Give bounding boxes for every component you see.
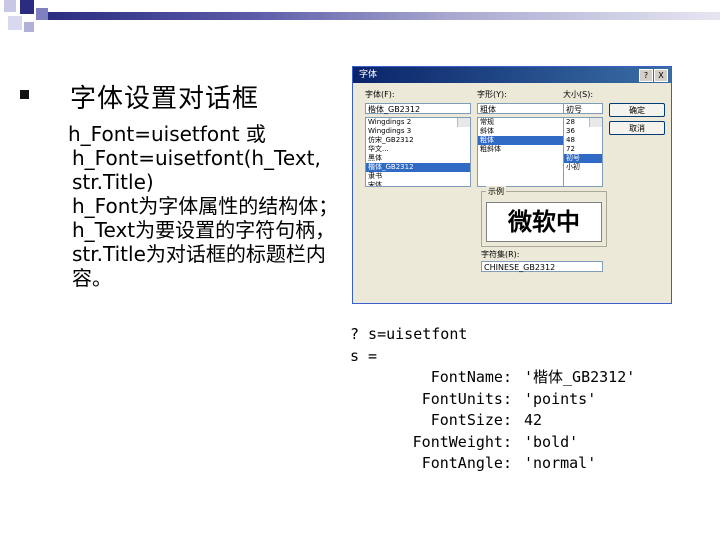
font-list-item[interactable]: 隶书 [366, 172, 470, 181]
cancel-button[interactable]: 取消 [609, 121, 665, 135]
deco-square-2 [20, 0, 34, 14]
field-key: FontWeight: [412, 432, 512, 451]
struct-field-row: FontUnits: 'points' [350, 389, 635, 411]
sample-group: 示例 微软中 [481, 186, 607, 247]
font-list-scrollbar[interactable] [457, 118, 470, 127]
struct-field-row: FontName: '楷体_GB2312' [350, 367, 636, 389]
close-icon[interactable]: X [654, 69, 668, 82]
field-value: 'normal' [524, 454, 597, 472]
size-list-item[interactable]: 48 [564, 136, 602, 145]
size-list-item[interactable]: 72 [564, 145, 602, 154]
code-line-1: ? s=uisetfont [350, 325, 468, 343]
dialog-title: 字体 [359, 70, 378, 80]
font-list-item[interactable]: 宋体 [366, 181, 470, 186]
body-line-2: h_Font=uisetfont(h_Text, [72, 146, 321, 170]
size-list-item[interactable]: 小初 [564, 163, 602, 172]
body-line-1: h_Font=uisetfont 或 [68, 122, 266, 146]
size-list-item[interactable]: 36 [564, 127, 602, 136]
deco-square-1 [4, 0, 16, 12]
size-list[interactable]: 28 36 48 72 初号 小初 [563, 117, 603, 187]
body-line-3: str.Title) [72, 170, 154, 194]
script-label: 字符集(R): [481, 250, 520, 259]
deco-square-3 [36, 8, 48, 20]
help-icon[interactable]: ? [639, 69, 653, 82]
font-list-item[interactable]: 楷体_GB2312 [366, 163, 470, 172]
deco-square-5 [24, 22, 34, 32]
field-value: 'points' [524, 389, 597, 408]
font-list[interactable]: Wingdings 2 Wingdings 3 仿宋_GB2312 华文... 黑体 楷体… [365, 117, 471, 187]
script-select[interactable]: CHINESE_GB2312 [481, 261, 603, 272]
field-key: FontName: [430, 368, 512, 386]
deco-square-4 [8, 16, 22, 30]
font-dialog-screenshot: 字体 ? X 字体(F): 楷体_GB2312 Wingdings 2 Wingd… [352, 66, 672, 304]
font-list-item[interactable]: 华文... [366, 145, 470, 154]
body-text: h_Font=uisetfont 或 h_Font=uisetfont(h_Te… [68, 122, 343, 290]
dialog-titlebar: 字体 ? X [353, 67, 671, 83]
field-key: FontUnits: [421, 389, 512, 408]
size-list-scrollbar[interactable] [589, 118, 602, 127]
sample-preview: 微软中 [486, 202, 602, 242]
struct-field-row: FontAngle: 'normal' [350, 453, 635, 475]
font-list-item[interactable]: Wingdings 3 [366, 127, 470, 136]
bullet-marker [20, 90, 29, 99]
slide-heading: 字体设置对话框 [70, 84, 260, 114]
field-value: '楷体_GB2312' [524, 368, 636, 386]
font-label: 字体(F): [365, 90, 395, 99]
header-band [48, 12, 720, 20]
struct-field-row: FontSize: 42 [350, 410, 635, 432]
size-list-item[interactable]: 初号 [564, 154, 602, 163]
field-key: FontSize: [430, 411, 512, 429]
field-value: 42 [524, 411, 543, 429]
struct-fields: FontName: '楷体_GB2312' FontUnits:'points' Fo… [350, 367, 636, 475]
struct-field-row: FontWeight: 'bold' [350, 432, 635, 454]
sample-label: 示例 [486, 186, 506, 197]
console-output: ? s=uisetfont s = FontName: '楷体_GB2312' Fo… [350, 324, 635, 475]
font-field[interactable]: 楷体_GB2312 [365, 103, 471, 114]
font-list-item[interactable]: 仿宋_GB2312 [366, 136, 470, 145]
field-key: FontAngle: [421, 454, 512, 472]
field-value: 'bold' [524, 432, 579, 451]
style-label: 字形(Y): [477, 90, 507, 99]
font-list-item[interactable]: Wingdings 2 [366, 118, 470, 127]
size-label: 大小(S): [563, 90, 594, 99]
size-field[interactable]: 初号 [563, 103, 603, 114]
ok-button[interactable]: 确定 [609, 103, 665, 117]
font-list-item[interactable]: 黑体 [366, 154, 470, 163]
body-line-4: h_Font为字体属性的结构体；h_Text为要设置的字符句柄，str.Titl… [72, 194, 339, 290]
code-line-2: s = [350, 346, 378, 365]
